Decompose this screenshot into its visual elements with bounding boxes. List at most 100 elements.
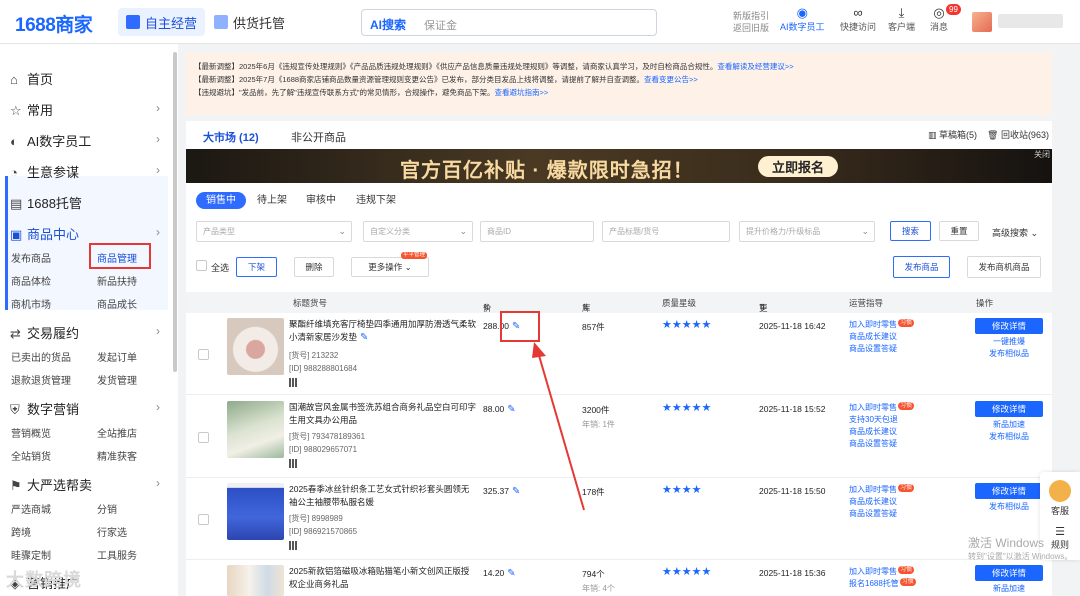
sidebar-sub-sales[interactable]: 全站销货 (11, 448, 51, 463)
notice-link[interactable]: 查看解读及经营建议>> (717, 62, 793, 71)
edit-price-icon[interactable]: ✎ (507, 404, 515, 415)
edit-detail-button[interactable]: 修改详情 (975, 318, 1043, 334)
qrcode-icon[interactable] (289, 541, 298, 550)
sidebar-sub-tools[interactable]: 工具服务 (97, 547, 137, 562)
ops-link[interactable]: 商品成长建议 (849, 496, 914, 508)
sidebar-item-marketing[interactable]: ⛨ 数字营销 (10, 399, 79, 418)
sidebar-sub-order[interactable]: 发起订单 (97, 349, 137, 364)
product-title-input[interactable]: 产品标题/货号 (602, 221, 730, 242)
sidebar-item-hosting[interactable]: ▤ 1688托管 (10, 193, 82, 212)
product-image[interactable] (227, 565, 284, 596)
sidebar-sub-distribution[interactable]: 分销 (97, 501, 117, 516)
publish-button[interactable]: 发布商品 (893, 256, 950, 278)
avatar[interactable] (972, 12, 992, 32)
search-input[interactable]: AI搜索 保证金 (361, 9, 657, 36)
ops-link[interactable]: 加入即时零售 习惯 (849, 319, 915, 331)
product-title[interactable]: 聚酯纤维填充客厅椅垫四季通用加厚防滑透气柔软小清新家居沙发垫 ✎ (289, 318, 477, 344)
banner-signup-button[interactable]: 立即报名 (758, 156, 839, 177)
tab-market[interactable]: 大市场 (12) (188, 125, 274, 151)
advanced-search-toggle[interactable]: 高级搜索 ⌄ (992, 226, 1038, 239)
ops-link[interactable]: 商品设置答疑 (849, 343, 914, 355)
ops-link[interactable]: 加入即时零售 习惯 (849, 402, 915, 414)
sidebar-sub-promote[interactable]: 全站推店 (97, 425, 137, 440)
tab-private[interactable]: 非公开商品 (276, 125, 361, 151)
sidebar-item-trade[interactable]: ⇄ 交易履约 (10, 323, 79, 342)
edit-detail-button[interactable]: 修改详情 (975, 401, 1043, 417)
product-image[interactable] (227, 401, 284, 458)
ops-link[interactable]: 商品成长建议 (849, 331, 914, 343)
service-avatar-icon[interactable] (1049, 480, 1071, 502)
ops-link[interactable]: 加入即时零售 习惯 (849, 484, 915, 496)
sidebar-sub-expert[interactable]: 行家选 (97, 524, 127, 539)
sidebar-sub-custom[interactable]: 眭骤定制 (11, 547, 51, 562)
sidebar-item-ai[interactable]: ◐ AI数字员工 (10, 131, 91, 150)
ops-link[interactable]: 商品设置答疑 (849, 438, 914, 450)
product-image[interactable] (227, 318, 284, 375)
action-link[interactable]: 发布相似品 (975, 501, 1043, 513)
sidebar-sub-ship[interactable]: 发货管理 (97, 372, 137, 387)
draft-box-button[interactable]: ▥ 草稿箱(5) (928, 128, 977, 141)
sidebar-sub-refund[interactable]: 退款退货管理 (11, 372, 71, 387)
delete-button[interactable]: 删除 (294, 257, 334, 277)
product-id-input[interactable]: 商品ID (480, 221, 594, 242)
product-title[interactable]: 2025新款铝箔磁吸冰箱贴猫笔小新文创风正版授权企业商务礼品 (289, 565, 477, 591)
offshelf-button[interactable]: 下架 (236, 257, 277, 277)
price-upgrade-select[interactable]: 提升价格力/升级标品 ⌄ (739, 221, 875, 242)
ops-link[interactable]: 商品设置答疑 (849, 508, 914, 520)
sidebar-sub-sold[interactable]: 已卖出的货品 (11, 349, 71, 364)
tab-supply-hosting[interactable]: 供货托管 (206, 8, 293, 36)
product-type-select[interactable]: 产品类型 ⌄ (196, 221, 352, 242)
promo-banner[interactable]: 官方百亿补贴 · 爆款限时急招！ 立即报名 关闭 (186, 149, 1052, 183)
more-ops-button[interactable]: 更多操作 ⌄ (351, 257, 429, 277)
sidebar-item-goods-center[interactable]: ▣ 商品中心 (10, 224, 79, 243)
tab-self-operated[interactable]: 自主经营 (118, 8, 206, 36)
action-link[interactable]: 一键推爆 (975, 336, 1043, 348)
sidebar-sub-mall[interactable]: 严选商城 (11, 501, 51, 516)
ops-link[interactable]: 商品成长建议 (849, 426, 914, 438)
sidebar-sub-market[interactable]: 商机市场 (11, 296, 51, 311)
sidebar-sub-support[interactable]: 新品扶持 (97, 273, 137, 288)
edit-detail-button[interactable]: 修改详情 (975, 483, 1043, 499)
ops-link[interactable]: 加入即时零售 习惯 (849, 566, 916, 578)
action-link[interactable]: 发布相似品 (975, 348, 1043, 360)
notice-link[interactable]: 查看避坑指南>> (495, 88, 549, 97)
action-link[interactable]: 发布相似品 (975, 431, 1043, 443)
client-button[interactable]: ⤓ 客户端 (888, 6, 915, 33)
status-tab-pending[interactable]: 待上架 (247, 192, 297, 209)
status-tab-violation[interactable]: 违规下架 (346, 192, 406, 209)
username-blurred[interactable] (998, 14, 1063, 28)
reset-button[interactable]: 重置 (939, 221, 979, 241)
select-all-checkbox[interactable] (196, 260, 207, 271)
sidebar-item-analytics[interactable]: ◔ 生意参谋 (10, 162, 79, 181)
product-title[interactable]: 国潮故宫风金属书签洗苏组合商务礼品空白可印字生用文具办公用品 (289, 401, 477, 427)
edit-price-icon[interactable]: ✎ (507, 568, 515, 579)
row-checkbox[interactable] (198, 514, 209, 525)
action-link[interactable]: 新品加速 (975, 419, 1043, 431)
sidebar-sub-acquire[interactable]: 精准获客 (97, 448, 137, 463)
row-checkbox[interactable] (198, 349, 209, 360)
status-tab-onsale[interactable]: 销售中 (196, 192, 246, 209)
banner-close[interactable]: 关闭 (1034, 149, 1050, 160)
sidebar-sub-growth[interactable]: 商品成长 (97, 296, 137, 311)
sidebar-sub-check[interactable]: 商品体检 (11, 273, 51, 288)
sidebar-sub-publish[interactable]: 发布商品 (11, 250, 51, 265)
sidebar-item-yanxuan[interactable]: ⚑ 大严选帮卖 (10, 475, 92, 494)
service-label[interactable]: 客服 (1040, 504, 1080, 517)
sidebar-scrollbar[interactable] (173, 52, 177, 372)
sidebar-item-common[interactable]: ☆ 常用 (10, 100, 53, 119)
new-guide-link[interactable]: 新版指引 返回旧版 (733, 10, 769, 34)
publish-biz-button[interactable]: 发布商机商品 (967, 256, 1041, 278)
sidebar-sub-crossborder[interactable]: 跨境 (11, 524, 31, 539)
sidebar-item-home[interactable]: ⌂ 首页 (10, 69, 53, 88)
ops-link[interactable]: 支持30天包退 (849, 414, 914, 426)
product-image[interactable] (227, 483, 284, 540)
qrcode-icon[interactable] (289, 459, 298, 468)
ai-staff-button[interactable]: ◉ AI数字员工 (780, 6, 825, 33)
ops-link[interactable]: 报名1688托管 习惯 (849, 578, 916, 590)
recycle-bin-button[interactable]: 🗑︎ 回收站(963) (987, 128, 1049, 141)
quick-access-button[interactable]: ∞ 快捷访问 (840, 6, 876, 33)
notice-link[interactable]: 查看变更公告>> (644, 75, 698, 84)
logo[interactable]: 1688商家 (15, 10, 93, 37)
product-title[interactable]: 2025春季冰丝针织条工艺女式针织衫套头圆领无袖公主袖腰带私服名媛 (289, 483, 477, 509)
edit-icon[interactable]: ✎ (360, 332, 368, 343)
